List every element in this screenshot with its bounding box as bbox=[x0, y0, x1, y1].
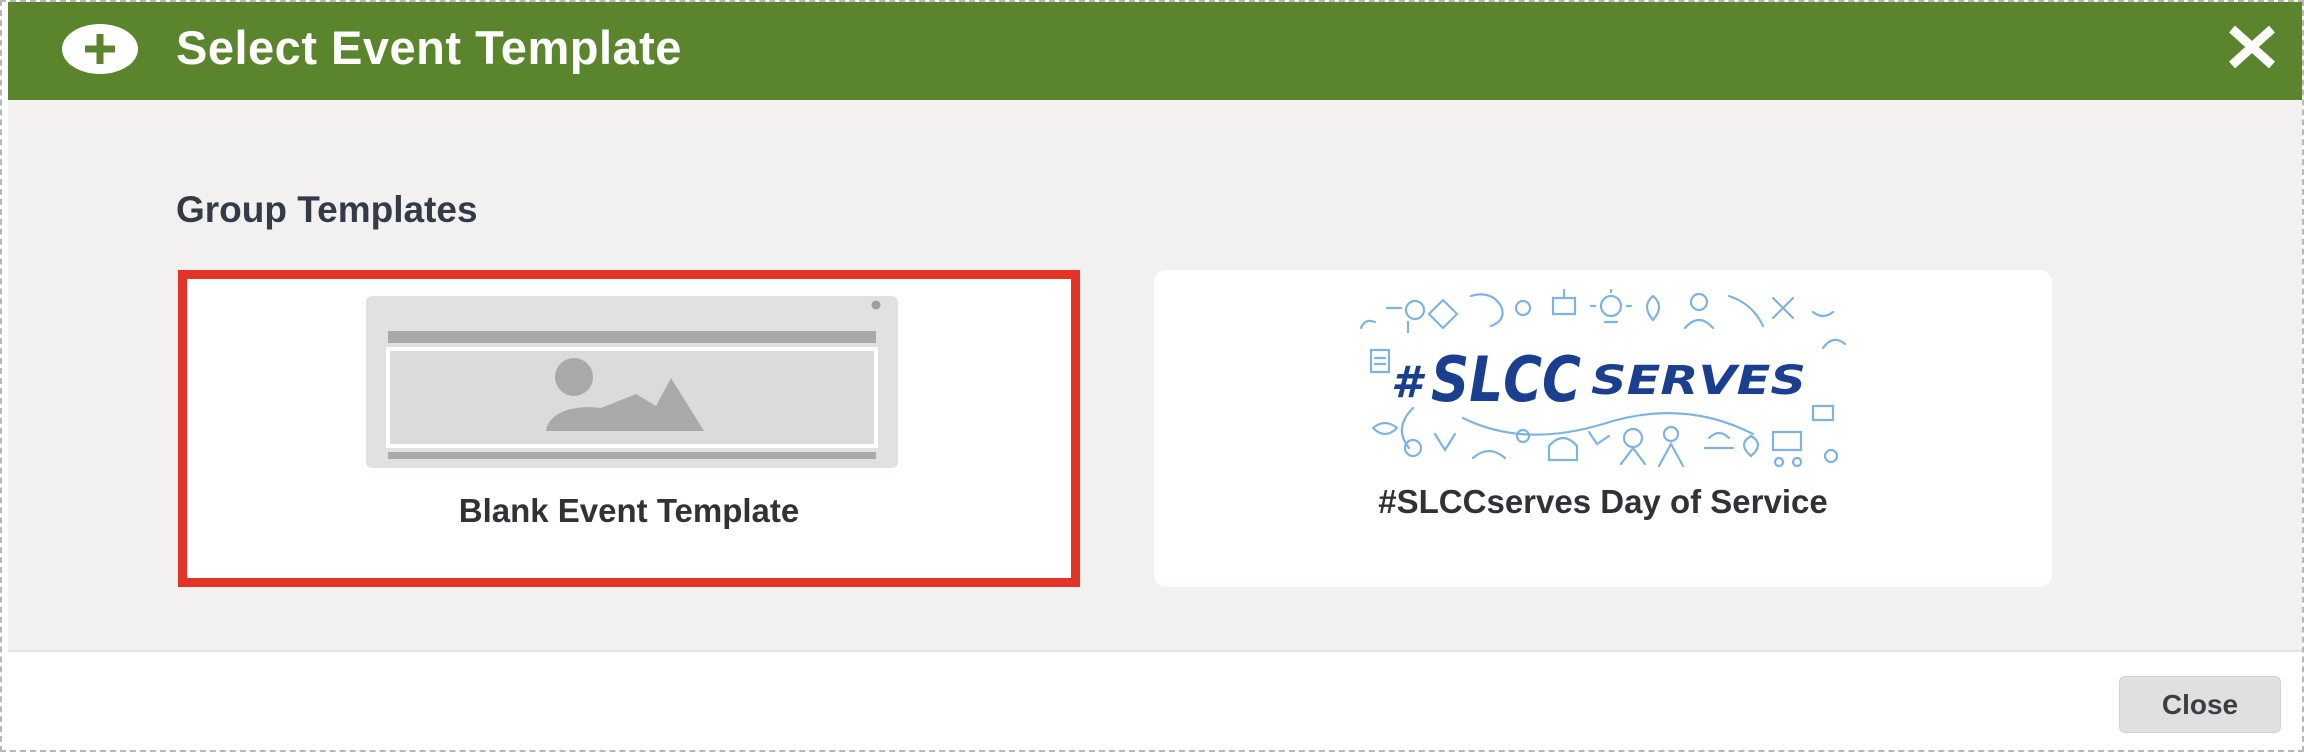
plus-circle-icon bbox=[62, 24, 138, 74]
logo-slcc: SLCC bbox=[1431, 343, 1581, 416]
dialog-title: Select Event Template bbox=[176, 21, 682, 74]
template-card-slccserves[interactable]: # # SLCC SLCC SERVES SERVES #SLCCserves … bbox=[1154, 270, 2052, 587]
template-card-blank-event[interactable]: Blank Event Template bbox=[178, 270, 1080, 587]
close-x-icon[interactable] bbox=[2226, 24, 2278, 70]
select-event-template-dialog: Select Event Template Group Templates Bl… bbox=[0, 0, 2304, 752]
image-placeholder-icon bbox=[366, 296, 898, 468]
logo-serves: SERVES bbox=[1591, 358, 1806, 404]
slccserves-logo: # # SLCC SLCC SERVES SERVES bbox=[1359, 288, 1847, 468]
dialog-body: Group Templates Blank Event Template # #… bbox=[8, 100, 2302, 652]
logo-hash: # bbox=[1391, 357, 1426, 408]
template-label: #SLCCserves Day of Service bbox=[1378, 483, 1828, 520]
section-title: Group Templates bbox=[176, 189, 478, 230]
template-label: Blank Event Template bbox=[458, 492, 800, 529]
close-button[interactable]: Close bbox=[2119, 676, 2281, 733]
dialog-header: Select Event Template bbox=[8, 2, 2302, 100]
